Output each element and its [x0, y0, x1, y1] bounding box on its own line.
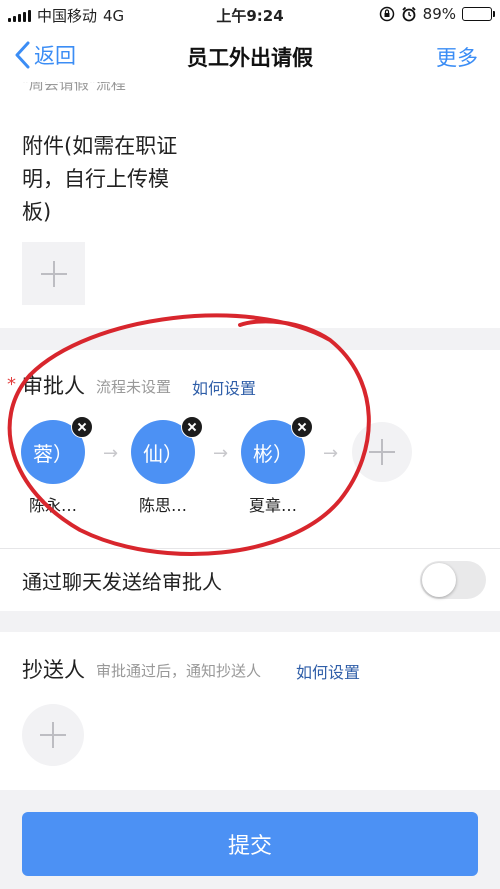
- remove-icon[interactable]: [291, 416, 313, 438]
- cc-hint: 审批通过后，通知抄送人: [96, 662, 262, 680]
- remove-icon[interactable]: [71, 416, 93, 438]
- attachment-label: 附件(如需在职证明，自行上传模板): [22, 134, 178, 224]
- orientation-lock-icon: [379, 6, 394, 22]
- add-approver-button[interactable]: [352, 422, 412, 482]
- workflow-note: "周会请假"流程: [22, 82, 126, 93]
- approver-3[interactable]: 彬） 夏章…: [241, 416, 313, 515]
- approver-name: 夏章…: [248, 496, 297, 515]
- arrow-right-icon: →: [323, 443, 339, 464]
- navigation-bar: 返回 员工外出请假 更多: [0, 30, 500, 82]
- send-via-chat-row: 通过聊天发送给审批人: [0, 549, 500, 611]
- arrow-right-icon: →: [213, 443, 229, 464]
- cc-how-to-link[interactable]: 如何设置: [296, 659, 360, 683]
- submit-bar: 提交: [0, 800, 500, 889]
- status-bar: 中国移动 4G 上午9:24 89%: [0, 0, 500, 30]
- cc-section: 抄送人 审批通过后，通知抄送人 如何设置: [0, 632, 500, 790]
- more-button[interactable]: 更多: [436, 42, 478, 72]
- battery-icon: [462, 7, 495, 21]
- approver-name: 陈永…: [28, 496, 77, 515]
- alarm-icon: [402, 6, 416, 22]
- approver-name: 陈思…: [138, 496, 187, 515]
- approvers-how-to-link[interactable]: 如何设置: [192, 375, 256, 399]
- approvers-hint: 流程未设置: [96, 378, 172, 396]
- add-attachment-button[interactable]: [22, 242, 85, 305]
- page-title: 员工外出请假: [187, 46, 313, 70]
- battery-percent: 89%: [422, 5, 456, 23]
- arrow-right-icon: →: [103, 443, 119, 464]
- approver-2[interactable]: 仙） 陈思…: [131, 416, 203, 515]
- attachment-section: "周会请假"流程 附件(如需在职证明，自行上传模板): [0, 82, 500, 328]
- remove-icon[interactable]: [181, 416, 203, 438]
- submit-button[interactable]: 提交: [22, 812, 478, 876]
- required-asterisk: *: [7, 374, 16, 395]
- add-cc-button[interactable]: [22, 704, 84, 766]
- cc-title: 抄送人: [22, 658, 85, 682]
- send-via-chat-toggle[interactable]: [420, 561, 486, 599]
- approvers-title: 审批人: [22, 374, 85, 398]
- send-via-chat-label: 通过聊天发送给审批人: [22, 570, 222, 594]
- approvers-section: * 审批人 流程未设置 如何设置 蓉） 陈永… → 仙） 陈思… → 彬） 夏章…: [0, 350, 500, 548]
- approver-1[interactable]: 蓉） 陈永…: [21, 416, 93, 515]
